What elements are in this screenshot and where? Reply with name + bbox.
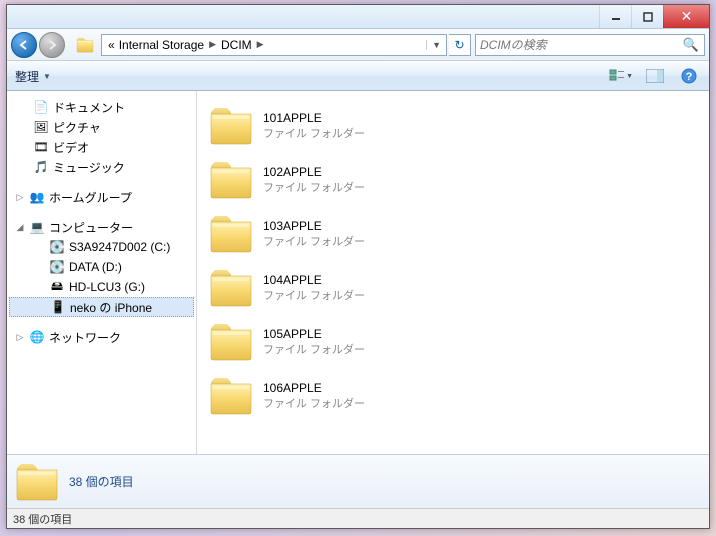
body: 📄ドキュメント 🖼ピクチャ 🎞ビデオ 🎵ミュージック ▷👥ホームグループ ◢💻コ… (7, 91, 709, 454)
nav-bar: « Internal Storage ▶ DCIM ▶ ▼ ↻ 🔍 (7, 29, 709, 61)
item-name: 104APPLE (263, 273, 365, 287)
expand-icon[interactable]: ▷ (15, 192, 25, 203)
list-item[interactable]: 104APPLEファイル フォルダー (201, 261, 705, 315)
folder-icon (209, 322, 253, 362)
view-options-button[interactable]: ▼ (609, 65, 633, 87)
collapse-icon[interactable]: ◢ (15, 222, 25, 233)
item-name: 105APPLE (263, 327, 365, 341)
maximize-button[interactable] (631, 5, 663, 28)
tree-drive-g[interactable]: 🖴HD-LCU3 (G:) (9, 277, 194, 297)
folder-icon (209, 268, 253, 308)
status-text: 38 個の項目 (13, 514, 72, 526)
address-bar[interactable]: « Internal Storage ▶ DCIM ▶ ▼ (101, 34, 447, 56)
tree-drive-d[interactable]: 💽DATA (D:) (9, 257, 194, 277)
preview-pane-button[interactable] (643, 65, 667, 87)
list-item[interactable]: 103APPLEファイル フォルダー (201, 207, 705, 261)
item-name: 106APPLE (263, 381, 365, 395)
item-type: ファイル フォルダー (263, 395, 365, 411)
folder-icon (15, 462, 59, 502)
chevron-right-icon[interactable]: ▶ (206, 39, 219, 50)
tree-drive-iphone[interactable]: 📱neko の iPhone (9, 297, 194, 317)
drive-ext-icon: 🖴 (49, 279, 65, 295)
tree-libraries-pictures[interactable]: 🖼ピクチャ (9, 117, 194, 137)
nav-tree[interactable]: 📄ドキュメント 🖼ピクチャ 🎞ビデオ 🎵ミュージック ▷👥ホームグループ ◢💻コ… (7, 91, 197, 454)
search-icon[interactable]: 🔍 (678, 37, 704, 53)
breadcrumb-seg[interactable]: Internal Storage (117, 38, 206, 52)
tree-homegroup[interactable]: ▷👥ホームグループ (9, 187, 194, 207)
chevron-right-icon[interactable]: ▶ (254, 39, 267, 50)
folder-content[interactable]: 101APPLEファイル フォルダー102APPLEファイル フォルダー103A… (197, 91, 709, 454)
pictures-icon: 🖼 (33, 119, 49, 135)
folder-icon (209, 214, 253, 254)
item-name: 101APPLE (263, 111, 365, 125)
tree-libraries-music[interactable]: 🎵ミュージック (9, 157, 194, 177)
breadcrumb-root[interactable]: « (106, 38, 117, 52)
drive-icon: 💽 (49, 239, 65, 255)
search-input[interactable] (476, 38, 678, 52)
address-dropdown-icon[interactable]: ▼ (426, 40, 446, 50)
tree-libraries-documents[interactable]: 📄ドキュメント (9, 97, 194, 117)
computer-icon: 💻 (29, 219, 45, 235)
breadcrumb-seg[interactable]: DCIM (219, 38, 254, 52)
list-item[interactable]: 102APPLEファイル フォルダー (201, 153, 705, 207)
back-button[interactable] (11, 32, 37, 58)
document-icon: 📄 (33, 99, 49, 115)
close-button[interactable]: ✕ (663, 5, 709, 28)
list-item[interactable]: 101APPLEファイル フォルダー (201, 99, 705, 153)
tree-libraries-videos[interactable]: 🎞ビデオ (9, 137, 194, 157)
status-bar: 38 個の項目 (7, 508, 709, 528)
item-type: ファイル フォルダー (263, 125, 365, 141)
expand-icon[interactable]: ▷ (15, 332, 25, 343)
address-folder-icon (75, 37, 95, 53)
folder-icon (209, 106, 253, 146)
folder-icon (209, 160, 253, 200)
minimize-button[interactable] (599, 5, 631, 28)
item-name: 103APPLE (263, 219, 365, 233)
titlebar[interactable]: ✕ (7, 5, 709, 29)
details-pane: 38 個の項目 (7, 454, 709, 508)
list-item[interactable]: 106APPLEファイル フォルダー (201, 369, 705, 423)
refresh-button[interactable]: ↻ (449, 34, 471, 56)
command-bar: 整理 ▼ ▼ ? (7, 61, 709, 91)
homegroup-icon: 👥 (29, 189, 45, 205)
svg-text:?: ? (686, 71, 693, 83)
item-type: ファイル フォルダー (263, 233, 365, 249)
chevron-down-icon[interactable]: ▼ (43, 72, 51, 81)
network-icon: 🌐 (29, 329, 45, 345)
help-button[interactable]: ? (677, 65, 701, 87)
explorer-window: ✕ « Internal Storage ▶ DCIM ▶ ▼ ↻ 🔍 整理 ▼ (6, 4, 710, 529)
organize-menu[interactable]: 整理 (15, 68, 43, 85)
tree-drive-c[interactable]: 💽S3A9247D002 (C:) (9, 237, 194, 257)
item-type: ファイル フォルダー (263, 287, 365, 303)
tree-computer[interactable]: ◢💻コンピューター (9, 217, 194, 237)
phone-icon: 📱 (50, 299, 66, 315)
item-name: 102APPLE (263, 165, 365, 179)
tree-network[interactable]: ▷🌐ネットワーク (9, 327, 194, 347)
music-icon: 🎵 (33, 159, 49, 175)
folder-icon (209, 376, 253, 416)
search-box[interactable]: 🔍 (475, 34, 705, 56)
videos-icon: 🎞 (33, 139, 49, 155)
details-summary: 38 個の項目 (69, 473, 134, 490)
item-type: ファイル フォルダー (263, 341, 365, 357)
list-item[interactable]: 105APPLEファイル フォルダー (201, 315, 705, 369)
item-type: ファイル フォルダー (263, 179, 365, 195)
drive-icon: 💽 (49, 259, 65, 275)
forward-button[interactable] (39, 32, 65, 58)
